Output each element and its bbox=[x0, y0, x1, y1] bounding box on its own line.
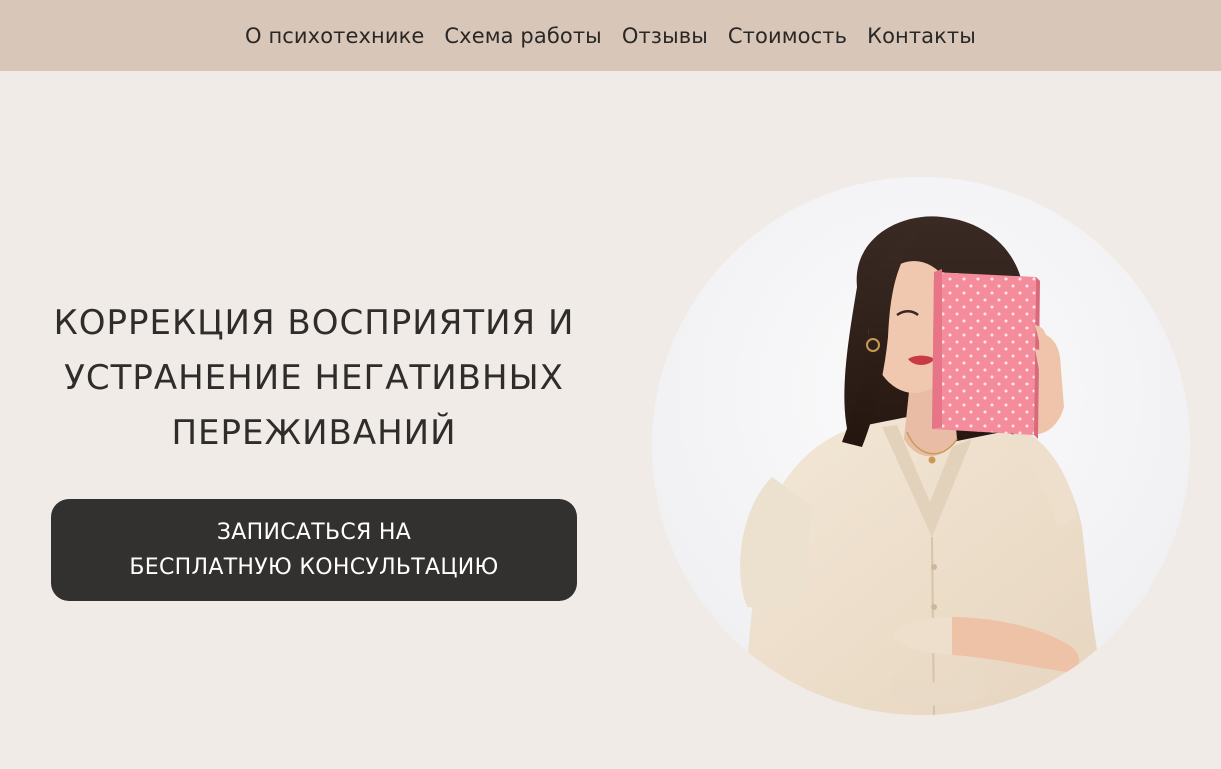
free-consultation-button[interactable]: ЗАПИСАТЬСЯ НА БЕСПЛАТНУЮ КОНСУЛЬТАЦИЮ bbox=[51, 499, 577, 601]
nav-link-contacts[interactable]: Контакты bbox=[867, 24, 976, 47]
cta-label-line: ЗАПИСАТЬСЯ НА bbox=[216, 520, 412, 545]
woman-with-pink-notebook-photo bbox=[652, 177, 1190, 715]
top-navigation: О психотехнике Схема работы Отзывы Стоим… bbox=[0, 0, 1221, 71]
hero-title: КОРРЕКЦИЯ ВОСПРИЯТИЯ И УСТРАНЕНИЕ НЕГАТИ… bbox=[0, 296, 628, 461]
hero-title-line: УСТРАНЕНИЕ НЕГАТИВНЫХ bbox=[64, 358, 564, 398]
nav-link-price[interactable]: Стоимость bbox=[728, 24, 847, 47]
hero-photo bbox=[652, 177, 1190, 715]
nav-link-scheme[interactable]: Схема работы bbox=[444, 24, 601, 47]
cta-label-line: БЕСПЛАТНУЮ КОНСУЛЬТАЦИЮ bbox=[129, 555, 499, 580]
nav-link-reviews[interactable]: Отзывы bbox=[622, 24, 708, 47]
hero-title-line: ПЕРЕЖИВАНИЙ bbox=[171, 413, 457, 453]
hero-title-line: КОРРЕКЦИЯ ВОСПРИЯТИЯ И bbox=[53, 303, 575, 343]
nav-link-about[interactable]: О психотехнике bbox=[245, 24, 424, 47]
